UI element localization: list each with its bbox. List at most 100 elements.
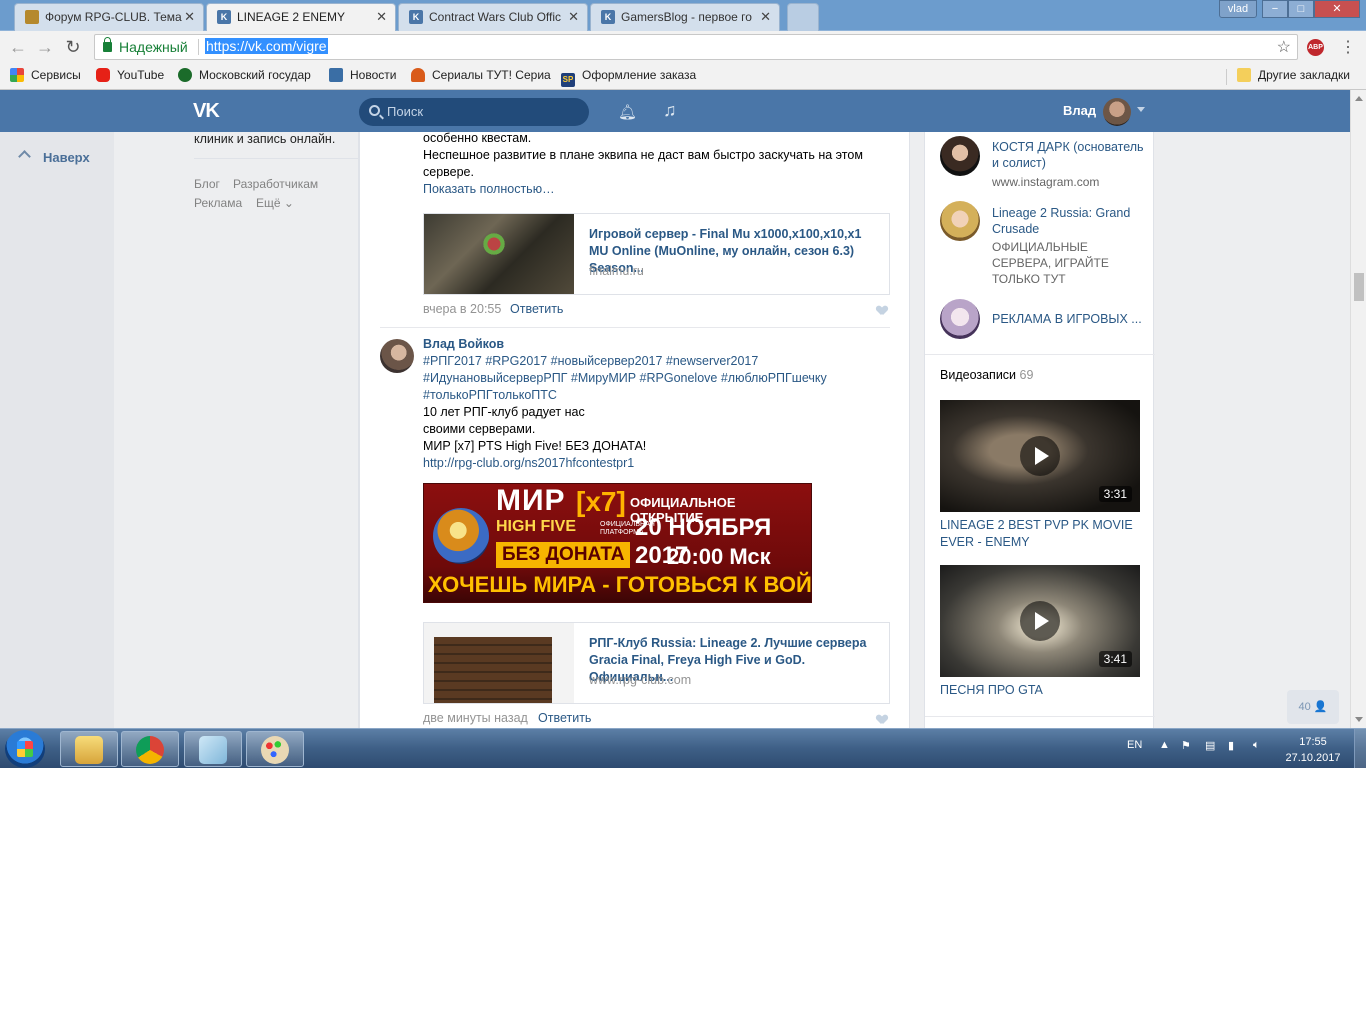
video-title[interactable]: LINEAGE 2 BEST PVP PK MOVIE EVER - ENEMY: [940, 517, 1145, 551]
reload-icon[interactable]: ↻: [63, 37, 83, 57]
link-card[interactable]: РПГ-Клуб Russia: Lineage 2. Лучшие серве…: [423, 622, 890, 704]
footer-link-developers[interactable]: Разработчикам: [233, 177, 318, 191]
taskbar-paint[interactable]: [246, 731, 304, 767]
video-thumbnail[interactable]: 3:31: [940, 400, 1140, 512]
other-bookmarks[interactable]: Другие закладки: [1237, 68, 1350, 82]
notifications-bell-icon[interactable]: 🔔︎: [618, 103, 637, 121]
show-hidden-icons-icon[interactable]: ▲: [1159, 739, 1170, 751]
bookmark-moscow[interactable]: Московский государ: [178, 68, 311, 82]
video-duration: 3:31: [1098, 486, 1132, 502]
minimize-button[interactable]: −: [1262, 0, 1288, 18]
taskbar-chrome[interactable]: [121, 731, 179, 767]
promo-banner[interactable]: МИР [x7] HIGH FIVE ОФИЦИАЛЬНАЯ ПЛАТФОРМА…: [423, 483, 812, 603]
post-time[interactable]: две минуты назад: [423, 710, 528, 727]
network-signal-icon[interactable]: ▮: [1228, 739, 1234, 752]
show-desktop-button[interactable]: [1354, 729, 1366, 768]
bookmark-news[interactable]: Новости: [329, 68, 396, 82]
post-link[interactable]: http://rpg-club.org/ns2017hfcontestpr1: [423, 455, 634, 472]
card-domain: www.rpg-club.com: [589, 673, 692, 687]
chrome-menu-icon[interactable]: ⋮: [1340, 37, 1356, 57]
post-text: сервере.: [423, 165, 474, 179]
scroll-thumb[interactable]: [1354, 273, 1364, 301]
chevron-up-icon: [18, 150, 31, 163]
post-hashtags[interactable]: #толькоРПГтолькоПТС: [423, 387, 557, 404]
footer-link-blog[interactable]: Блог: [194, 177, 220, 191]
game-scene-image: [479, 229, 509, 259]
avatar[interactable]: [380, 339, 414, 373]
avatar[interactable]: [940, 136, 980, 176]
online-counter[interactable]: 40 👤: [1287, 690, 1339, 724]
chevron-down-icon[interactable]: [1137, 107, 1145, 112]
link-card[interactable]: Игровой сервер - Final Mu x1000,x100,x10…: [423, 213, 890, 295]
scroll-down-icon[interactable]: [1355, 717, 1363, 722]
forward-arrow-icon[interactable]: →: [35, 37, 55, 57]
vk-user-name[interactable]: Влад: [1063, 103, 1096, 118]
bookmark-star-icon[interactable]: ☆: [1277, 37, 1291, 57]
avatar[interactable]: [1103, 98, 1131, 126]
paint-palette-icon: [261, 736, 289, 764]
tab-gamersblog[interactable]: K GamersBlog - первое го ✕: [590, 3, 780, 31]
close-tab-icon[interactable]: ✕: [568, 4, 579, 30]
maximize-button[interactable]: □: [1288, 0, 1314, 18]
post-hashtags[interactable]: #РПГ2017 #RPG2017 #новыйсервер2017 #news…: [423, 353, 758, 370]
taskbar-notepad[interactable]: [184, 731, 242, 767]
reply-link[interactable]: Ответить: [538, 710, 591, 727]
action-center-flag-icon[interactable]: ⚑: [1181, 739, 1191, 752]
post-time[interactable]: вчера в 20:55: [423, 301, 501, 318]
volume-icon[interactable]: 🔈︎: [1253, 739, 1260, 752]
vk-favicon-icon: K: [409, 10, 423, 24]
profile-chip[interactable]: vlad: [1219, 0, 1257, 18]
new-tab-button[interactable]: [787, 3, 819, 31]
banner-no-donate: БЕЗ ДОНАТА: [496, 542, 631, 568]
like-heart-icon[interactable]: [877, 306, 887, 315]
bookmark-serials[interactable]: Сериалы ТУТ! Сериа: [411, 68, 551, 82]
post-hashtags[interactable]: #ИдунановыйсерверРПГ #МируМИР #RPGonelov…: [423, 370, 827, 387]
contact-name[interactable]: РЕКЛАМА В ИГРОВЫХ ...: [992, 311, 1152, 327]
start-button[interactable]: [5, 730, 45, 768]
footer-link-ads[interactable]: Реклама: [194, 196, 242, 210]
tab-lineage2-enemy[interactable]: K LINEAGE 2 ENEMY ✕: [206, 3, 396, 31]
contact-name[interactable]: КОСТЯ ДАРК (основатель и солист): [992, 139, 1152, 171]
play-icon[interactable]: [1020, 601, 1060, 641]
address-bar[interactable]: Надежный https://vk.com/vigre ☆: [94, 34, 1298, 60]
music-note-icon[interactable]: ♫: [663, 100, 677, 121]
page-scrollbar[interactable]: [1350, 90, 1366, 728]
vk-search-input[interactable]: Поиск: [359, 98, 589, 126]
close-tab-icon[interactable]: ✕: [760, 4, 771, 30]
video-thumbnail[interactable]: 3:41: [940, 565, 1140, 677]
avatar[interactable]: [940, 201, 980, 241]
videos-header[interactable]: Видеозаписи 69: [940, 368, 1033, 382]
bookmark-youtube[interactable]: YouTube: [96, 68, 164, 82]
close-tab-icon[interactable]: ✕: [184, 4, 195, 30]
reply-link[interactable]: Ответить: [510, 301, 563, 318]
contact-name[interactable]: Lineage 2 Russia: Grand Crusade: [992, 205, 1152, 237]
clipboard-icon[interactable]: ▤: [1205, 739, 1215, 752]
close-window-button[interactable]: ✕: [1314, 0, 1360, 18]
back-to-top-button[interactable]: Наверх: [0, 132, 114, 728]
post-text: своими серверами.: [423, 422, 536, 436]
footer-link-more[interactable]: Ещё ⌄: [256, 196, 294, 210]
bookmark-services[interactable]: Сервисы: [10, 68, 81, 82]
url-text[interactable]: https://vk.com/vigre: [205, 38, 328, 54]
post-author[interactable]: Влад Войков: [423, 336, 504, 353]
system-clock[interactable]: 17:55 27.10.2017: [1280, 734, 1346, 766]
video-title[interactable]: ПЕСНЯ ПРО GTA: [940, 682, 1145, 699]
back-arrow-icon[interactable]: ←: [8, 37, 28, 57]
post-text: особенно квестам.: [423, 131, 532, 145]
scroll-up-icon[interactable]: [1355, 96, 1363, 101]
taskbar-explorer[interactable]: [60, 731, 118, 767]
like-heart-icon[interactable]: [877, 715, 887, 724]
vk-logo-icon[interactable]: VK: [193, 100, 227, 122]
video-duration: 3:41: [1098, 651, 1132, 667]
close-tab-icon[interactable]: ✕: [376, 4, 387, 30]
adblock-plus-icon[interactable]: ABP: [1307, 39, 1324, 56]
language-indicator[interactable]: EN: [1127, 739, 1142, 751]
play-icon[interactable]: [1020, 436, 1060, 476]
show-more-link[interactable]: Показать полностью…: [423, 181, 555, 198]
tab-rpg-club[interactable]: Форум RPG-CLUB. Тема ✕: [14, 3, 204, 31]
bookmark-order[interactable]: SP Оформление заказа: [561, 68, 696, 87]
folder-icon: [75, 736, 103, 764]
tab-contract-wars[interactable]: K Contract Wars Club Offic ✕: [398, 3, 588, 31]
serials-flame-icon: [411, 68, 425, 82]
avatar[interactable]: [940, 299, 980, 339]
